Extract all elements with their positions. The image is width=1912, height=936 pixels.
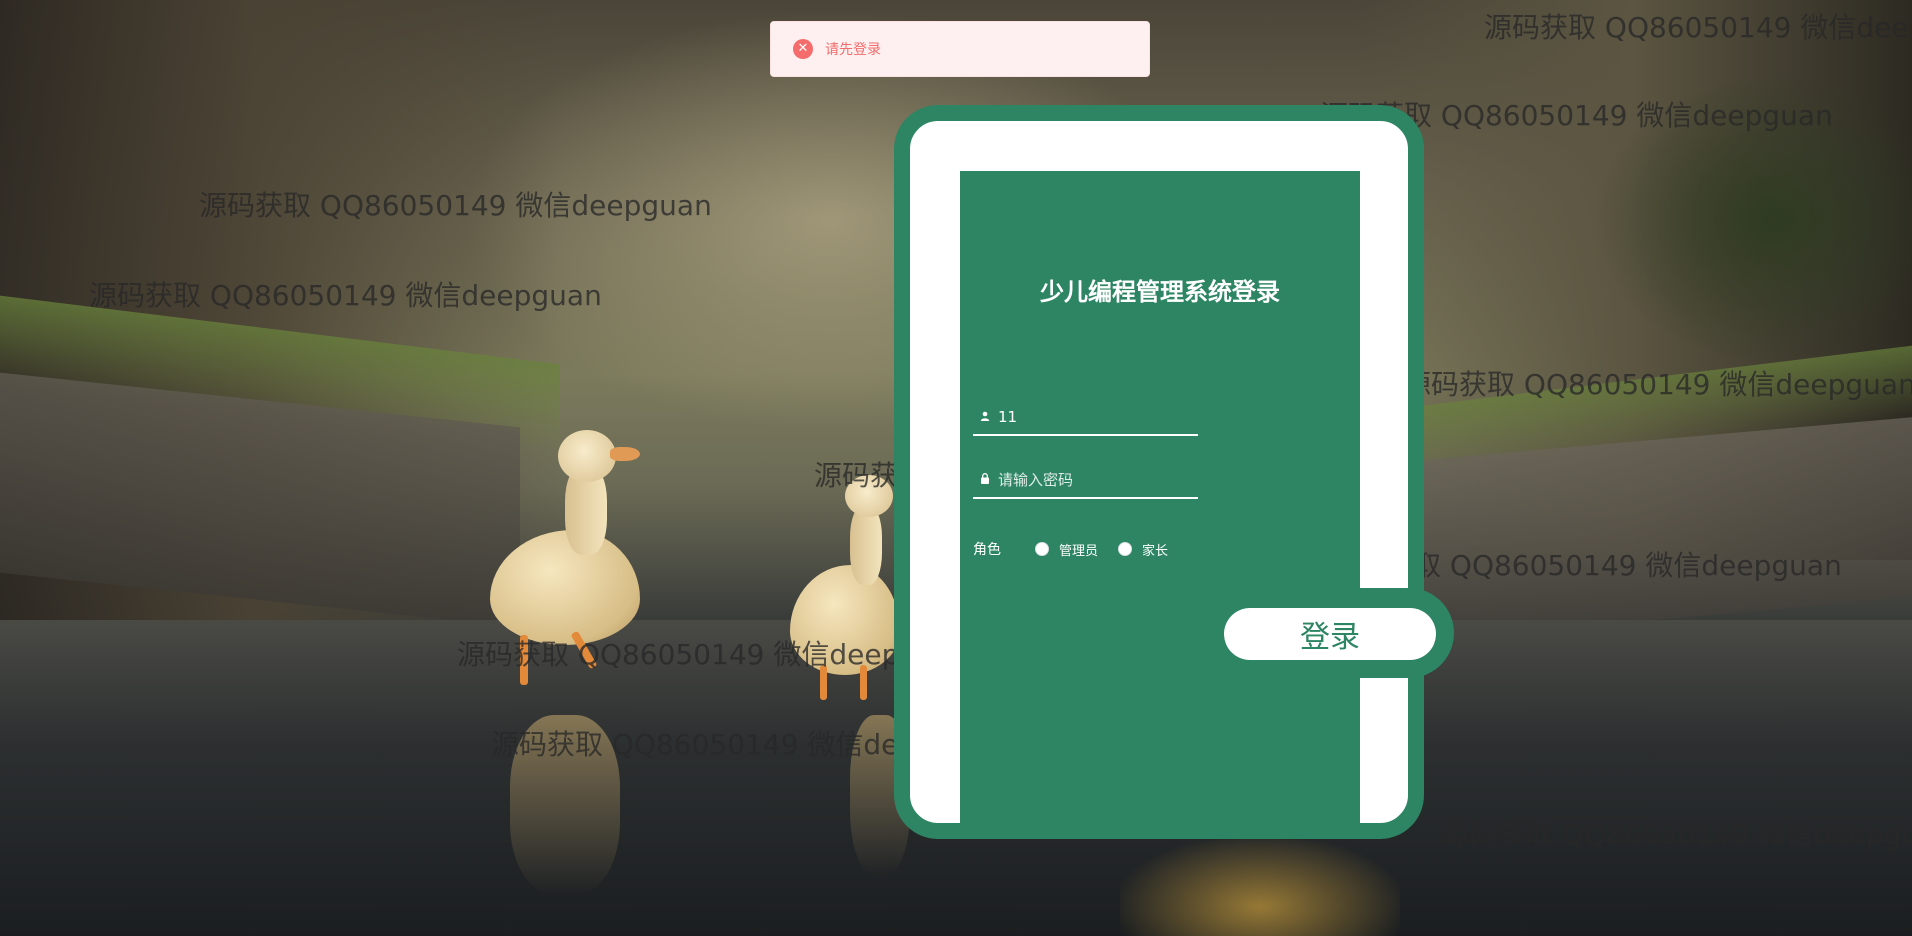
user-icon [977,411,992,424]
username-input[interactable] [992,408,1198,426]
role-selector: 角色 管理员 家长 [973,538,1188,560]
error-toast: ✕ 请先登录 [770,21,1150,77]
role-label: 角色 [973,542,1001,558]
lock-icon [977,473,992,487]
password-input[interactable] [992,471,1198,489]
role-option-label: 管理员 [1059,543,1099,559]
duckling-left [470,425,650,895]
password-field [973,463,1198,499]
username-field [973,400,1198,436]
role-option-parent[interactable]: 家长 [1118,540,1168,559]
login-button[interactable]: 登录 [1224,608,1436,660]
role-option-admin[interactable]: 管理员 [1035,540,1098,559]
error-icon: ✕ [793,39,813,59]
login-title: 少儿编程管理系统登录 [1040,278,1280,306]
toast-message: 请先登录 [825,42,881,58]
duckling-right [790,475,910,875]
radio-circle-icon[interactable] [1118,542,1133,556]
radio-circle-icon[interactable] [1035,542,1049,556]
role-option-label: 家长 [1142,543,1169,559]
